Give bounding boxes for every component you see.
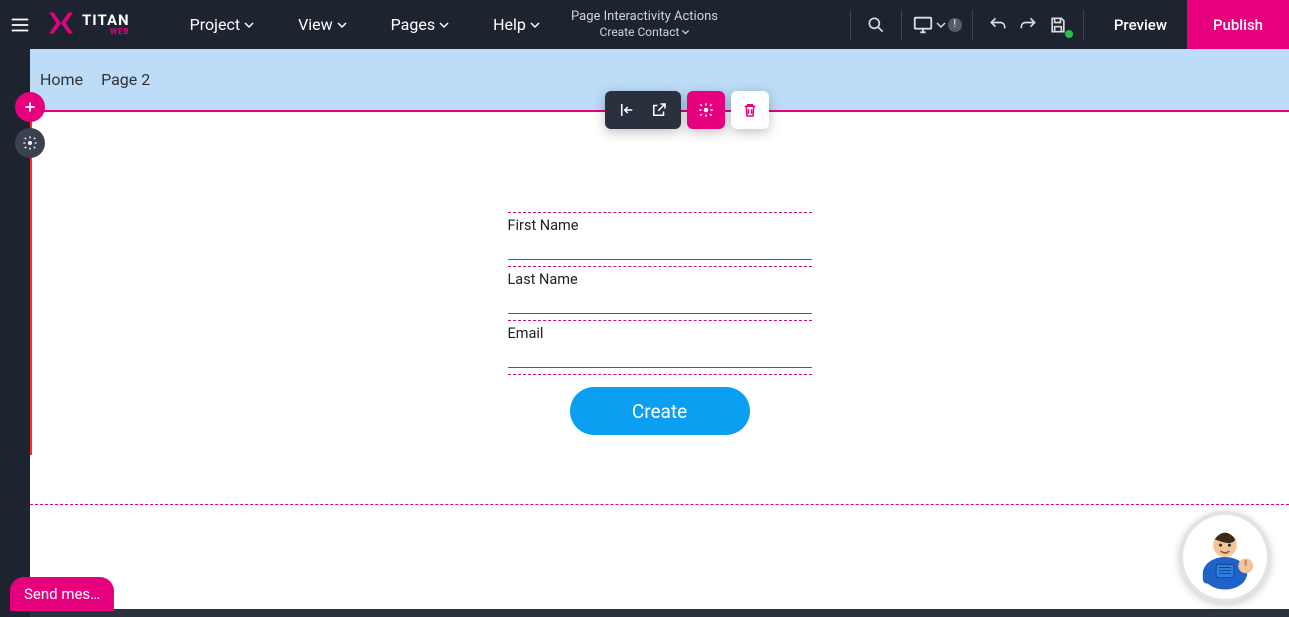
email-label: Email bbox=[508, 325, 812, 342]
menu-help[interactable]: Help bbox=[493, 15, 540, 34]
preview-button[interactable]: Preview bbox=[1094, 0, 1187, 49]
main-menus: Project View Pages Help bbox=[190, 15, 540, 34]
chevron-down-icon bbox=[337, 20, 347, 30]
save-button[interactable] bbox=[1043, 10, 1073, 40]
chevron-down-icon bbox=[936, 20, 946, 30]
gear-icon bbox=[22, 135, 38, 151]
logo[interactable]: TITAN WEB bbox=[46, 8, 130, 42]
menu-pages-label: Pages bbox=[391, 15, 435, 34]
menu-project[interactable]: Project bbox=[190, 15, 254, 34]
first-name-input[interactable] bbox=[508, 250, 812, 260]
element-settings-button[interactable] bbox=[687, 91, 725, 129]
logo-icon bbox=[46, 8, 76, 42]
menu-project-label: Project bbox=[190, 15, 240, 34]
desktop-icon bbox=[912, 14, 934, 36]
search-button[interactable] bbox=[861, 10, 891, 40]
chevron-down-icon bbox=[244, 20, 254, 30]
breadcrumb-home[interactable]: Home bbox=[40, 70, 83, 89]
settings-fab[interactable] bbox=[15, 128, 45, 158]
canvas[interactable]: Home Page 2 First Name Last Name Email C… bbox=[30, 49, 1289, 617]
redo-icon bbox=[1018, 15, 1038, 35]
create-button[interactable]: Create bbox=[570, 387, 750, 435]
element-toolbar-group bbox=[605, 91, 681, 129]
last-name-field[interactable]: Last Name bbox=[508, 271, 812, 314]
hamburger-icon bbox=[9, 14, 31, 36]
dashed-border bbox=[508, 212, 812, 213]
mascot-icon bbox=[1188, 520, 1262, 594]
page-context-title: Page Interactivity Actions bbox=[571, 9, 718, 25]
chevron-down-icon bbox=[530, 20, 540, 30]
redo-button[interactable] bbox=[1013, 10, 1043, 40]
selection-left-border bbox=[30, 111, 32, 455]
last-name-label: Last Name bbox=[508, 271, 812, 288]
menu-view-label: View bbox=[298, 15, 333, 34]
first-name-label: First Name bbox=[508, 217, 812, 234]
divider bbox=[1083, 10, 1084, 40]
dashed-border bbox=[508, 374, 812, 375]
element-delete-button[interactable] bbox=[731, 91, 769, 129]
divider bbox=[972, 10, 973, 40]
device-selector[interactable]: ! bbox=[912, 14, 962, 36]
menu-view[interactable]: View bbox=[298, 15, 347, 34]
section-dashed-border bbox=[30, 504, 1289, 505]
divider bbox=[901, 10, 902, 40]
page-context[interactable]: Page Interactivity Actions Create Contac… bbox=[571, 9, 718, 40]
menu-pages[interactable]: Pages bbox=[391, 15, 449, 34]
bottom-bar bbox=[30, 609, 1289, 617]
toolbar-right: ! Preview Publish bbox=[840, 0, 1289, 49]
chevron-down-icon bbox=[439, 20, 449, 30]
email-input[interactable] bbox=[508, 358, 812, 368]
gear-icon bbox=[697, 101, 715, 119]
publish-button[interactable]: Publish bbox=[1187, 0, 1289, 49]
open-external-icon[interactable] bbox=[650, 101, 668, 119]
logo-text: TITAN WEB bbox=[82, 13, 130, 36]
align-left-icon[interactable] bbox=[618, 101, 636, 119]
help-mascot[interactable] bbox=[1179, 511, 1271, 603]
breadcrumb-page2[interactable]: Page 2 bbox=[101, 70, 150, 89]
page-context-sub: Create Contact bbox=[600, 25, 690, 39]
trash-icon bbox=[741, 101, 759, 119]
contact-form[interactable]: First Name Last Name Email Create bbox=[508, 212, 812, 435]
last-name-input[interactable] bbox=[508, 304, 812, 314]
divider bbox=[850, 10, 851, 40]
save-status-dot bbox=[1065, 30, 1073, 38]
chevron-down-icon bbox=[681, 28, 689, 36]
dashed-border bbox=[508, 266, 812, 267]
device-badge: ! bbox=[948, 18, 962, 32]
undo-icon bbox=[988, 15, 1008, 35]
topbar: TITAN WEB Project View Pages Help Page I… bbox=[0, 0, 1289, 49]
first-name-field[interactable]: First Name bbox=[508, 217, 812, 260]
plus-icon bbox=[22, 99, 38, 115]
menu-help-label: Help bbox=[493, 15, 526, 34]
menu-toggle[interactable] bbox=[0, 0, 40, 49]
chat-send-pill[interactable]: Send mes… bbox=[10, 577, 114, 611]
email-field[interactable]: Email bbox=[508, 325, 812, 368]
undo-button[interactable] bbox=[983, 10, 1013, 40]
add-element-fab[interactable] bbox=[15, 92, 45, 122]
search-icon bbox=[866, 15, 886, 35]
element-toolbar bbox=[605, 91, 769, 129]
dashed-border bbox=[508, 320, 812, 321]
